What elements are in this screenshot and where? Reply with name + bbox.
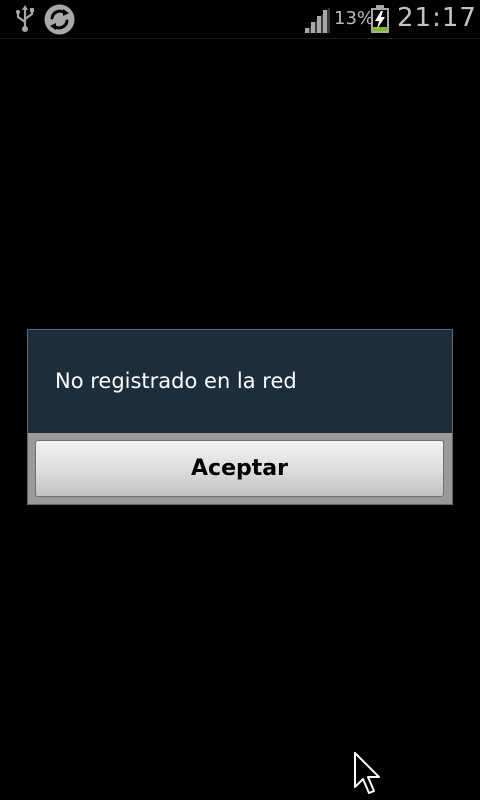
screen: 13% 21:17 No registrado en la red Acepta… bbox=[0, 0, 480, 800]
sync-icon bbox=[44, 4, 75, 35]
accept-button[interactable]: Aceptar bbox=[35, 440, 444, 497]
clock: 21:17 bbox=[397, 3, 477, 33]
signal-icon bbox=[304, 7, 330, 33]
dialog-message: No registrado en la red bbox=[55, 369, 297, 393]
status-bar: 13% 21:17 bbox=[0, 0, 480, 39]
battery-charging-icon bbox=[371, 5, 389, 33]
alert-dialog: No registrado en la red Aceptar bbox=[27, 329, 453, 505]
usb-icon bbox=[16, 5, 34, 32]
battery-percent: 13% bbox=[334, 8, 375, 29]
mouse-pointer-icon bbox=[354, 752, 380, 794]
dialog-body: No registrado en la red bbox=[28, 330, 452, 433]
